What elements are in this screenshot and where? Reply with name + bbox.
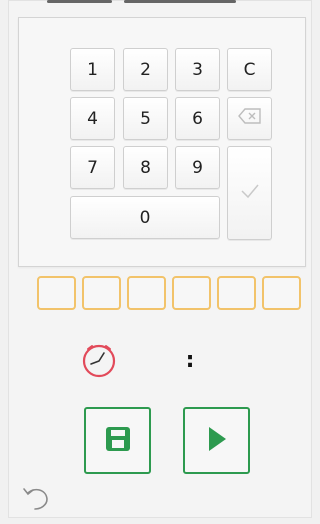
key-7[interactable]: 7: [70, 146, 115, 189]
code-slot[interactable]: [217, 276, 256, 310]
key-confirm[interactable]: [227, 146, 272, 240]
key-0[interactable]: 0: [70, 196, 220, 239]
play-button[interactable]: [183, 407, 250, 474]
key-2[interactable]: 2: [123, 48, 168, 91]
key-6[interactable]: 6: [175, 97, 220, 140]
save-button[interactable]: [84, 407, 151, 474]
code-slot[interactable]: [172, 276, 211, 310]
code-slot[interactable]: [262, 276, 301, 310]
keypad-panel: 1 2 3 C 4 5 6 7 8 9 0: [18, 17, 306, 267]
save-icon: [103, 424, 133, 458]
code-slot[interactable]: [82, 276, 121, 310]
clock-icon[interactable]: [80, 342, 118, 380]
key-9[interactable]: 9: [175, 146, 220, 189]
top-tab-indicator: [124, 0, 236, 3]
key-backspace[interactable]: [227, 97, 272, 140]
top-tab-indicator: [47, 0, 112, 3]
key-4[interactable]: 4: [70, 97, 115, 140]
time-separator: :: [185, 348, 195, 373]
key-1[interactable]: 1: [70, 48, 115, 91]
checkmark-icon: [240, 183, 260, 204]
key-8[interactable]: 8: [123, 146, 168, 189]
code-entry: [37, 276, 301, 312]
key-5[interactable]: 5: [123, 97, 168, 140]
code-slot[interactable]: [127, 276, 166, 310]
code-slot[interactable]: [37, 276, 76, 310]
play-icon: [204, 424, 230, 458]
key-clear[interactable]: C: [227, 48, 272, 91]
key-3[interactable]: 3: [175, 48, 220, 91]
undo-icon[interactable]: [20, 485, 52, 513]
backspace-icon: [237, 108, 262, 129]
